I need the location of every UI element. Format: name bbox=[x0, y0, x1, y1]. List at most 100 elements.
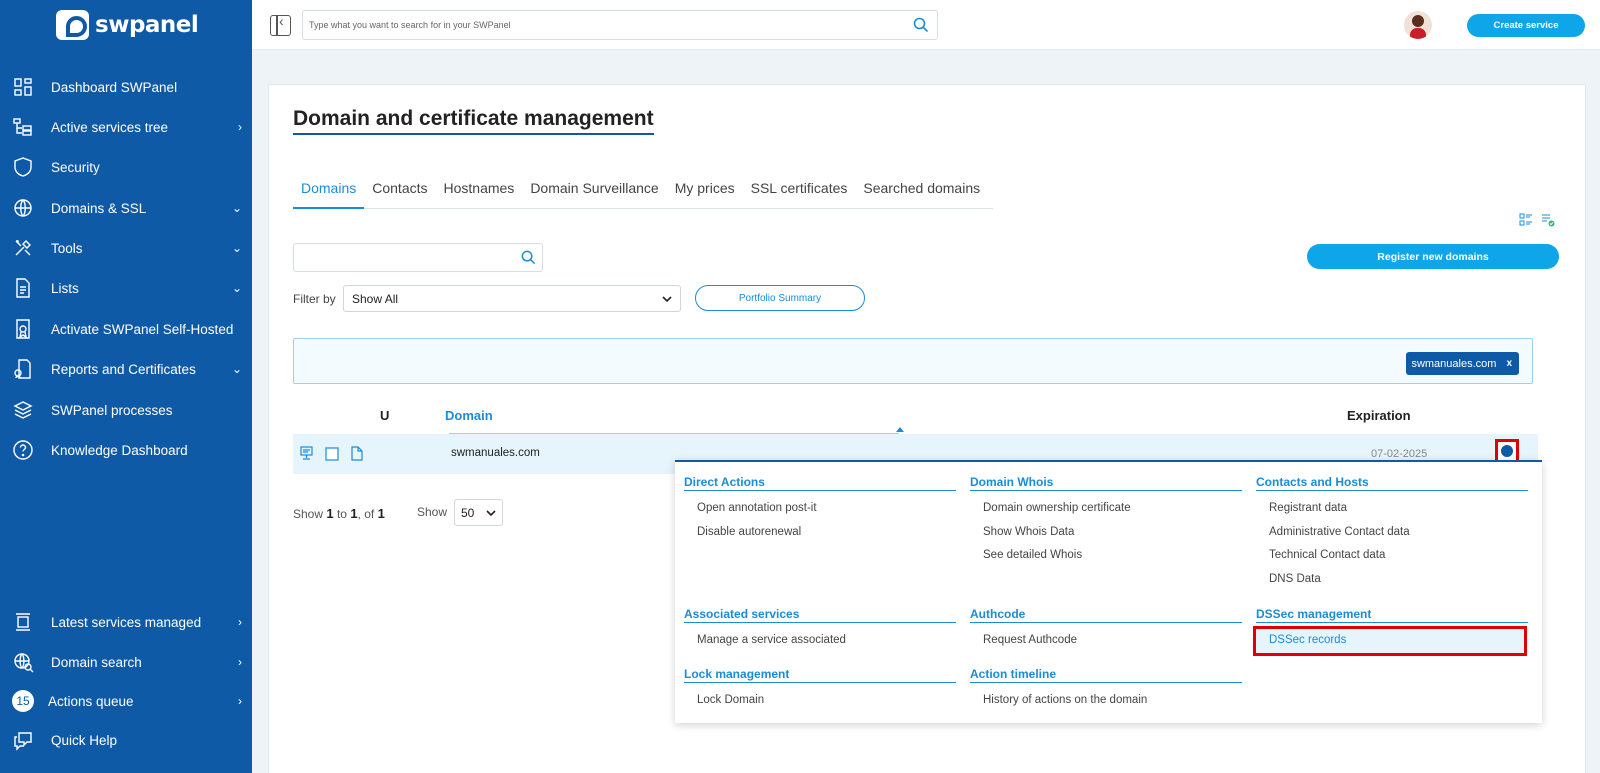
column-header-expiration[interactable]: Expiration bbox=[1347, 408, 1411, 423]
chevron-down-icon: ⌄ bbox=[231, 281, 242, 295]
menu-item-registrant-data[interactable]: Registrant data bbox=[1256, 497, 1528, 521]
checklist-view-icon[interactable] bbox=[1541, 213, 1555, 230]
sidebar-item-label: Actions queue bbox=[48, 693, 134, 709]
sidebar-item-domain-search[interactable]: Domain search › bbox=[0, 644, 252, 680]
column-header-u[interactable]: U bbox=[380, 408, 389, 423]
menu-item-ownership-certificate[interactable]: Domain ownership certificate bbox=[970, 497, 1242, 521]
services-icon bbox=[12, 611, 34, 633]
domain-search-field[interactable] bbox=[293, 243, 543, 272]
sort-caret-icon bbox=[896, 427, 904, 432]
sidebar-item-label: SWPanel processes bbox=[51, 402, 173, 418]
filter-chip-label: swmanuales.com bbox=[1411, 357, 1497, 370]
report-icon bbox=[12, 358, 34, 380]
menu-section-title: Domain Whois bbox=[970, 475, 1242, 491]
filter-chip: swmanuales.com x bbox=[1406, 352, 1519, 375]
tab-hostnames[interactable]: Hostnames bbox=[436, 176, 523, 209]
close-icon[interactable]: x bbox=[1506, 358, 1512, 369]
menu-item-detailed-whois[interactable]: See detailed Whois bbox=[970, 544, 1242, 568]
menu-section-title: Direct Actions bbox=[684, 475, 956, 491]
menu-item-dssec-records[interactable]: DSSec records bbox=[1253, 626, 1527, 656]
sidebar-item-dashboard[interactable]: Dashboard SWPanel bbox=[0, 69, 252, 105]
sidebar-item-processes[interactable]: SWPanel processes bbox=[0, 392, 252, 428]
row-checkbox[interactable] bbox=[325, 447, 339, 464]
row-actions-menu: Direct Actions Open annotation post-it D… bbox=[675, 460, 1542, 723]
sidebar-item-lists[interactable]: Lists ⌄ bbox=[0, 270, 252, 306]
menu-item-request-authcode[interactable]: Request Authcode bbox=[970, 629, 1242, 653]
www-icon bbox=[12, 197, 34, 219]
globe-search-icon bbox=[12, 651, 34, 673]
page-title: Domain and certificate management bbox=[293, 107, 654, 135]
create-service-button[interactable]: Create service bbox=[1467, 14, 1585, 37]
user-avatar[interactable] bbox=[1404, 11, 1432, 39]
menu-item-show-whois[interactable]: Show Whois Data bbox=[970, 521, 1242, 545]
menu-item-history-actions[interactable]: History of actions on the domain bbox=[970, 689, 1242, 713]
per-page-value: 50 bbox=[461, 505, 475, 520]
topbar: Create service bbox=[252, 0, 1600, 50]
sidebar-item-active-services-tree[interactable]: Active services tree › bbox=[0, 109, 252, 145]
tab-domain-surveillance[interactable]: Domain Surveillance bbox=[522, 176, 666, 209]
sidebar-item-label: Lists bbox=[51, 280, 79, 296]
sidebar-item-label: Latest services managed bbox=[51, 614, 202, 630]
tab-ssl-certificates[interactable]: SSL certificates bbox=[743, 176, 856, 209]
help-circle-icon bbox=[12, 439, 34, 461]
server-icon[interactable] bbox=[300, 446, 313, 464]
list-view-icon[interactable] bbox=[1519, 213, 1533, 230]
sidebar-item-label: Quick Help bbox=[51, 732, 118, 748]
tab-my-prices[interactable]: My prices bbox=[667, 176, 743, 209]
search-icon[interactable] bbox=[521, 250, 536, 268]
shield-icon bbox=[12, 156, 34, 178]
menu-item-technical-contact[interactable]: Technical Contact data bbox=[1256, 544, 1528, 568]
menu-item-dns-data[interactable]: DNS Data bbox=[1256, 568, 1528, 592]
sidebar-item-label: Activate SWPanel Self-Hosted bbox=[51, 321, 234, 337]
sidebar-item-activate-self-hosted[interactable]: Activate SWPanel Self-Hosted bbox=[0, 311, 252, 347]
pager-total: 1 bbox=[377, 506, 385, 521]
domain-cell[interactable]: swmanuales.com bbox=[451, 447, 540, 459]
sidebar-item-label: Security bbox=[51, 159, 100, 175]
collapse-sidebar-icon[interactable] bbox=[270, 13, 291, 36]
menu-section-direct-actions: Direct Actions Open annotation post-it D… bbox=[684, 475, 956, 544]
global-search-input[interactable] bbox=[303, 11, 883, 39]
menu-section-title: Associated services bbox=[684, 607, 956, 623]
menu-item-disable-autorenewal[interactable]: Disable autorenewal bbox=[684, 521, 956, 545]
sidebar-item-label: Tools bbox=[51, 240, 83, 256]
tab-domains[interactable]: Domains bbox=[293, 176, 365, 209]
swpanel-logo[interactable]: swpanel bbox=[56, 10, 199, 40]
filter-select[interactable]: Show All bbox=[343, 285, 681, 312]
pager-of-word: , of bbox=[357, 507, 375, 521]
tab-contacts[interactable]: Contacts bbox=[364, 176, 435, 209]
menu-item-open-annotation[interactable]: Open annotation post-it bbox=[684, 497, 956, 521]
sidebar-item-domains-ssl[interactable]: Domains & SSL ⌄ bbox=[0, 190, 252, 226]
certificate-icon bbox=[12, 318, 34, 340]
queue-count-badge: 15 bbox=[12, 690, 34, 712]
pager-from: 1 bbox=[326, 506, 334, 521]
menu-item-admin-contact[interactable]: Administrative Contact data bbox=[1256, 521, 1528, 545]
sidebar-item-tools[interactable]: Tools ⌄ bbox=[0, 230, 252, 266]
tabs: Domains Contacts Hostnames Domain Survei… bbox=[293, 176, 993, 209]
sidebar-item-actions-queue[interactable]: 15 Actions queue › bbox=[0, 683, 252, 719]
queue-badge: 15 bbox=[12, 690, 34, 712]
pager-to-word: to bbox=[336, 507, 347, 521]
menu-section-domain-whois: Domain Whois Domain ownership certificat… bbox=[970, 475, 1242, 568]
chevron-right-icon: › bbox=[238, 615, 242, 629]
per-page-select[interactable]: 50 bbox=[454, 499, 503, 526]
sidebar-item-quick-help[interactable]: Quick Help bbox=[0, 722, 252, 758]
sidebar-item-reports-certificates[interactable]: Reports and Certificates ⌄ bbox=[0, 351, 252, 387]
sidebar-item-latest-services[interactable]: Latest services managed › bbox=[0, 604, 252, 640]
sidebar-item-label: Domain search bbox=[51, 654, 142, 670]
sidebar: swpanel Dashboard SWPanel Active service… bbox=[0, 0, 252, 773]
search-icon[interactable] bbox=[913, 17, 929, 36]
register-new-domains-button[interactable]: Register new domains bbox=[1307, 244, 1559, 269]
dashboard-icon bbox=[12, 76, 34, 98]
menu-item-manage-service[interactable]: Manage a service associated bbox=[684, 629, 956, 653]
column-header-domain[interactable]: Domain bbox=[445, 408, 493, 423]
menu-section-action-timeline: Action timeline History of actions on th… bbox=[970, 667, 1242, 713]
sidebar-item-security[interactable]: Security bbox=[0, 149, 252, 185]
tab-searched-domains[interactable]: Searched domains bbox=[855, 176, 988, 209]
chat-icon bbox=[12, 729, 34, 751]
sidebar-item-knowledge-dashboard[interactable]: Knowledge Dashboard bbox=[0, 432, 252, 468]
view-toggle bbox=[1519, 213, 1555, 230]
file-icon[interactable] bbox=[351, 446, 363, 464]
portfolio-summary-button[interactable]: Portfolio Summary bbox=[695, 285, 865, 311]
menu-item-lock-domain[interactable]: Lock Domain bbox=[684, 689, 956, 713]
pagination-summary: Show 1 to 1, of 1 bbox=[293, 506, 385, 521]
